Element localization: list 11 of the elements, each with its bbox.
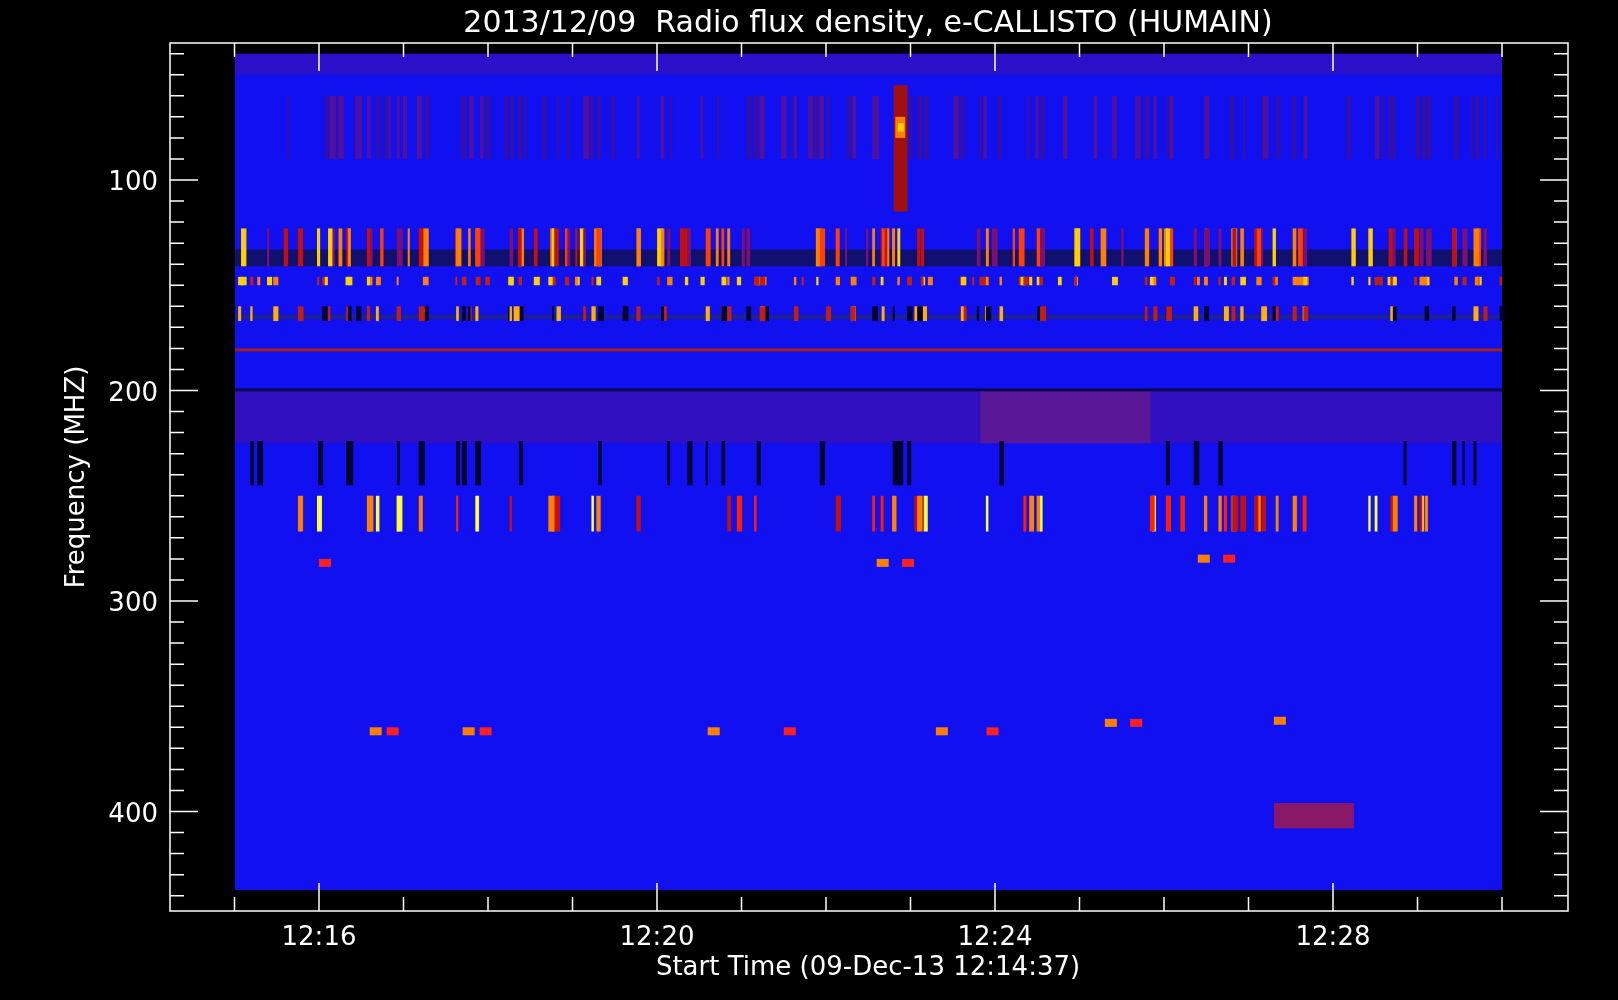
y-tick-label: 400 [108, 797, 158, 828]
y-tick-label: 100 [108, 166, 158, 196]
x-axis-label: Start Time (09-Dec-13 12:14:37) [655, 951, 1081, 981]
x-tick-label: 12:24 [957, 921, 1033, 951]
y-tick-label: 200 [108, 376, 158, 407]
x-tick-label: 12:28 [1295, 921, 1371, 951]
x-tick-label: 12:20 [619, 921, 695, 951]
y-tick-label: 300 [108, 587, 158, 617]
chart-title: 2013/12/09 Radio flux density, e-CALLISTO (HUMAIN) [463, 4, 1273, 39]
x-tick-label: 12:16 [281, 921, 357, 951]
y-axis-label: Frequency (MHZ) [60, 365, 90, 589]
